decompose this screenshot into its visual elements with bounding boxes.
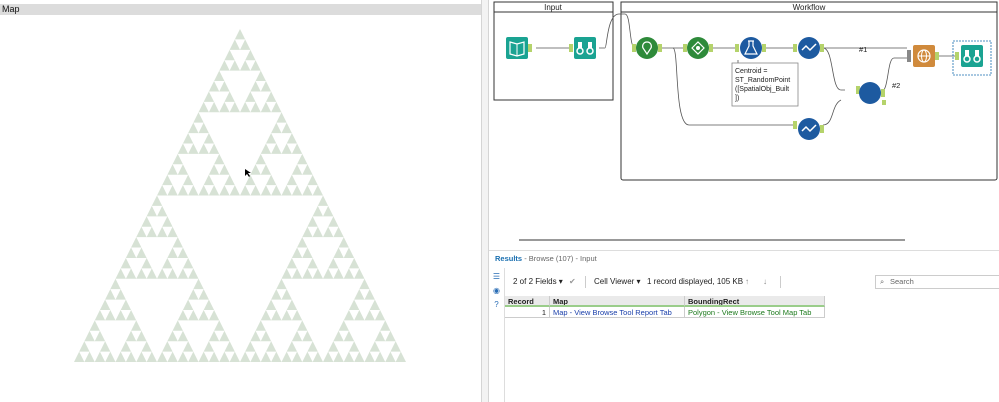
results-subtitle: - Browse (107) - Input <box>524 254 597 263</box>
workflow-container[interactable] <box>620 1 998 181</box>
search-input[interactable]: ⌕ Search <box>875 275 999 289</box>
browse-tool-input[interactable] <box>569 37 596 59</box>
arrow-down-icon[interactable]: ↓ <box>763 272 767 292</box>
cell-boundingrect[interactable]: Polygon - View Browse Tool Map Tab <box>685 307 825 318</box>
results-side-toolbar: ☰ ◉ ? <box>489 268 505 402</box>
search-icon: ⌕ <box>880 277 885 286</box>
browse-tool-output[interactable] <box>952 40 992 76</box>
column-header-boundingrect[interactable]: BoundingRect <box>685 296 825 307</box>
anchor-2-label: #2 <box>892 81 900 90</box>
cell-map[interactable]: Map - View Browse Tool Report Tab <box>550 307 685 318</box>
workflow-canvas[interactable]: Input Workflow Centroid = ST_RandomPoint… <box>489 0 999 245</box>
list-icon[interactable]: ☰ <box>492 272 502 282</box>
column-header-map[interactable]: Map <box>550 296 685 307</box>
fields-dropdown[interactable]: 2 of 2 Fields ▾ <box>513 272 563 292</box>
checkmark-icon[interactable]: ✔ <box>569 272 576 292</box>
select-tool-1[interactable] <box>793 37 824 59</box>
results-title: Results <box>495 254 523 263</box>
results-toolbar: 2 of 2 Fields ▾ ✔ Cell Viewer ▾ 1 record… <box>505 272 999 292</box>
input-container-label: Input <box>544 3 563 12</box>
cell-record[interactable]: 1 <box>505 307 550 318</box>
arrow-up-icon[interactable]: ↑ <box>745 272 749 292</box>
binoculars-icon[interactable]: ◉ <box>492 286 502 296</box>
cell-viewer-dropdown[interactable]: Cell Viewer ▾ <box>594 272 641 292</box>
union-tool[interactable] <box>856 82 886 105</box>
report-map-tool[interactable] <box>907 45 939 67</box>
spatial-process-tool[interactable] <box>683 37 713 59</box>
help-icon[interactable]: ? <box>492 300 502 310</box>
formula-tool[interactable] <box>735 37 766 59</box>
input-data-tool[interactable] <box>506 37 532 59</box>
panel-splitter[interactable] <box>481 0 489 402</box>
record-info: 1 record displayed, 105 KB <box>647 277 744 286</box>
anchor-1-label: #1 <box>859 45 867 54</box>
map-panel: Map <box>0 0 481 402</box>
results-header: Results - Browse (107) - Input <box>489 250 999 266</box>
designer-panel: Input Workflow Centroid = ST_RandomPoint… <box>489 0 999 402</box>
map-panel-title: Map <box>0 4 481 15</box>
select-tool-2[interactable] <box>793 118 824 140</box>
sierpinski-map[interactable] <box>0 15 481 402</box>
create-points-tool[interactable] <box>632 37 662 59</box>
workflow-container-label: Workflow <box>793 3 826 12</box>
mouse-cursor-icon <box>245 169 251 177</box>
column-header-record[interactable]: Record <box>505 296 550 307</box>
canvas-horizontal-scrollbar[interactable] <box>519 239 905 241</box>
